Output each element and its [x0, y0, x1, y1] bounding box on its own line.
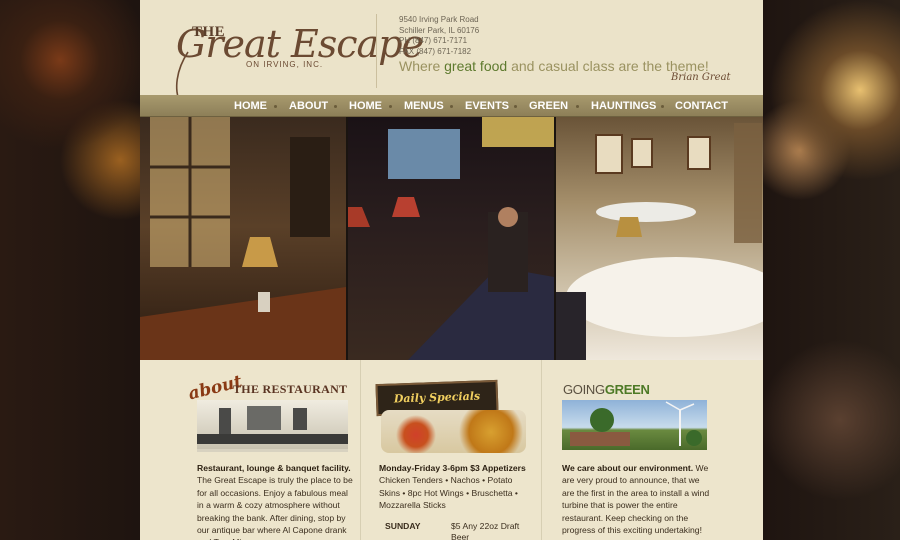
green-text: We care about our environment. We are ve…: [562, 462, 714, 536]
header: Great Escape THE ON IRVING, INC. 9540 Ir…: [140, 0, 763, 108]
specials-heading: Monday-Friday 3-6pm $3 Appetizers: [379, 463, 526, 473]
tagline: Where great food and casual class are th…: [399, 58, 709, 74]
about-heading[interactable]: THE RESTAURANT: [233, 382, 347, 397]
address-street: 9540 Irving Park Road: [399, 15, 479, 24]
address-city: Schiller Park, IL 60176: [399, 25, 480, 35]
going-green-heading[interactable]: GOINGGREEN: [563, 382, 650, 397]
nav-separator: [576, 105, 579, 108]
bar-photo: [348, 117, 554, 360]
green-title-part1: GOING: [563, 382, 605, 397]
about-column: about THE RESTAURANT Restaurant, lounge …: [140, 360, 360, 540]
dining-room-photo: [140, 117, 346, 360]
address-block: 9540 Irving Park Road Schiller Park, IL …: [399, 15, 479, 57]
owner-signature: Brian Great: [671, 72, 731, 83]
logo-subtitle: ON IRVING, INC.: [246, 60, 324, 69]
nav-green[interactable]: GREEN: [529, 100, 568, 112]
header-divider: [376, 14, 377, 88]
address-phone: PH (847) 671-7171: [399, 36, 468, 45]
appetizers-photo: [381, 410, 526, 453]
nav-contact[interactable]: CONTACT: [675, 100, 728, 112]
specials-day: SUNDAY: [385, 521, 421, 531]
address-fax: FAX (847) 671-7182: [399, 46, 472, 56]
nav-separator: [514, 105, 517, 108]
green-body: We are very proud to announce, that we a…: [562, 463, 710, 536]
nav-separator: [274, 105, 277, 108]
specials-items: Chicken Tenders • Nachos • Potato Skins …: [379, 475, 518, 511]
about-body: The Great Escape is truly the place to b…: [197, 475, 353, 540]
nav-separator: [450, 105, 453, 108]
nav-separator: [389, 105, 392, 108]
about-text: Restaurant, lounge & banquet facility. T…: [197, 462, 355, 540]
logo-the: THE: [192, 24, 226, 40]
main-nav: HOME ABOUT HOME MENUS EVENTS GREEN HAUNT…: [140, 95, 763, 117]
green-title-part2: GREEN: [604, 382, 650, 397]
nav-about[interactable]: ABOUT: [289, 100, 328, 112]
green-column: GOINGGREEN We care about our environment…: [542, 360, 763, 540]
nav-separator: [334, 105, 337, 108]
page-container: Great Escape THE ON IRVING, INC. 9540 Ir…: [140, 0, 763, 540]
specials-day-offer: $5 Any 22oz Draft Beer: [451, 521, 520, 540]
green-lead: We care about our environment.: [562, 463, 694, 473]
tagline-part1: Where: [399, 58, 445, 74]
specials-text: Monday-Friday 3-6pm $3 Appetizers Chicken…: [379, 462, 529, 512]
nav-hauntings[interactable]: HAUNTINGS: [591, 100, 656, 112]
nav-menus[interactable]: MENUS: [404, 100, 444, 112]
content-columns: about THE RESTAURANT Restaurant, lounge …: [140, 360, 763, 540]
specials-column: Daily Specials Monday-Friday 3-6pm $3 Ap…: [360, 360, 542, 540]
nav-separator: [661, 105, 664, 108]
nav-events[interactable]: EVENTS: [465, 100, 509, 112]
nav-home-2[interactable]: HOME: [349, 100, 382, 112]
restaurant-sketch-image: [197, 400, 348, 452]
photo-banner: [140, 117, 763, 360]
nav-home[interactable]: HOME: [234, 100, 267, 112]
wind-turbine-photo: [562, 400, 707, 450]
tagline-highlight: great food: [444, 58, 508, 74]
banquet-room-photo: [556, 117, 763, 360]
about-lead: Restaurant, lounge & banquet facility.: [197, 463, 351, 473]
